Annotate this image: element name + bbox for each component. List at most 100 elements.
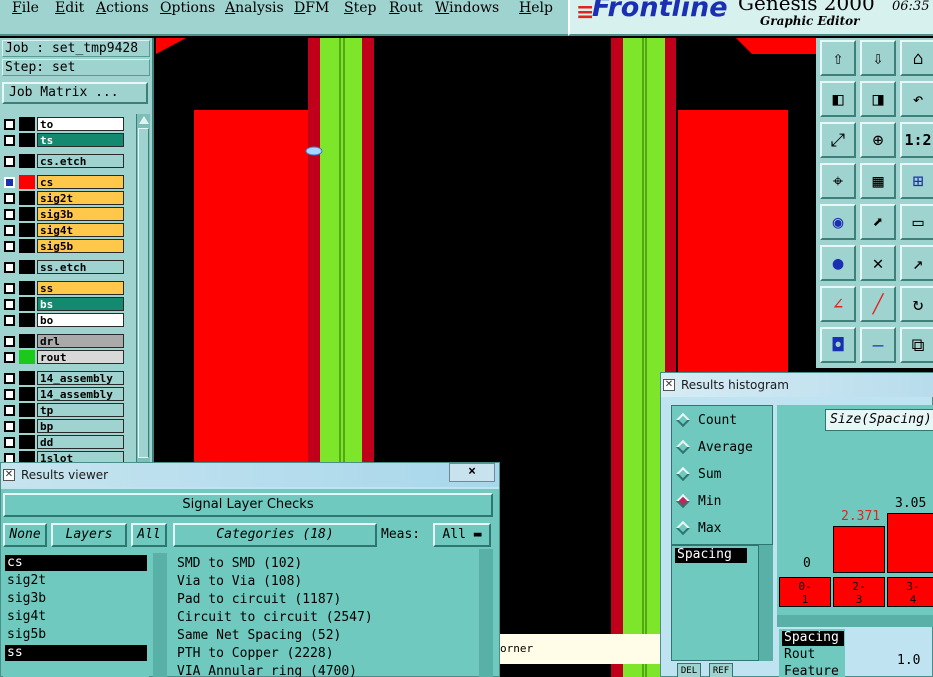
layer-checkbox[interactable]: [4, 208, 15, 220]
layer-checkbox[interactable]: [4, 176, 15, 188]
check-set-header[interactable]: Signal Layer Checks: [3, 493, 493, 517]
layer-list-scrollbar[interactable]: [153, 553, 167, 677]
layer-name[interactable]: sig4t: [37, 223, 124, 237]
layer-checkbox[interactable]: [4, 298, 15, 310]
all-button[interactable]: All: [131, 523, 167, 547]
ruler-icon[interactable]: ▭: [900, 204, 933, 240]
histogram-bar[interactable]: [887, 513, 933, 573]
scale-one-to-two-icon[interactable]: 1:2: [900, 122, 933, 158]
layer-row[interactable]: bp: [4, 419, 124, 433]
radio-average[interactable]: Average: [675, 437, 753, 457]
result-layer-item[interactable]: ss: [5, 645, 147, 661]
menu-dfm[interactable]: DFM: [294, 0, 329, 18]
layer-row[interactable]: drl: [4, 334, 124, 348]
layer-row[interactable]: to: [4, 117, 124, 131]
fit-screen-icon[interactable]: ⤢: [820, 122, 856, 158]
layer-row[interactable]: ss.etch: [4, 260, 124, 274]
layer-name[interactable]: ts: [37, 133, 124, 147]
rotate-icon[interactable]: ↻: [900, 286, 933, 322]
radio-diamond-icon[interactable]: [675, 439, 691, 455]
upload-icon[interactable]: ⇧: [820, 40, 856, 76]
layer-name[interactable]: drl: [37, 334, 124, 348]
category-scrollbar[interactable]: [479, 549, 493, 677]
layer-row[interactable]: sig3b: [4, 207, 124, 221]
snap-icon[interactable]: ⌖: [820, 163, 856, 199]
cross-icon[interactable]: ✕: [860, 245, 896, 281]
layer-color-swatch[interactable]: [19, 191, 35, 205]
layer-name[interactable]: sig2t: [37, 191, 124, 205]
center-icon[interactable]: ⊕: [860, 122, 896, 158]
category-item[interactable]: SMD to SMD (102): [177, 555, 477, 573]
layer-checkbox[interactable]: [4, 240, 15, 252]
layer-color-swatch[interactable]: [19, 154, 35, 168]
result-layer-item[interactable]: sig3b: [5, 591, 147, 607]
grid-icon[interactable]: ▦: [860, 163, 896, 199]
flip-icon[interactable]: —: [860, 327, 896, 363]
layer-name[interactable]: bp: [37, 419, 124, 433]
move-icon[interactable]: ↗: [900, 245, 933, 281]
histogram-bin-label[interactable]: 0- 1: [779, 577, 831, 607]
layer-row[interactable]: rout: [4, 350, 124, 364]
layer-checkbox[interactable]: [4, 118, 15, 130]
result-layer-item[interactable]: cs: [5, 555, 147, 571]
radio-count[interactable]: Count: [675, 410, 737, 430]
histogram-titlebar[interactable]: ✕ Results histogram: [661, 373, 933, 397]
layer-row[interactable]: cs: [4, 175, 124, 189]
pad-icon[interactable]: ◉: [820, 204, 856, 240]
layer-name[interactable]: 14_assembly: [37, 387, 124, 401]
results-viewer-titlebar[interactable]: ✕ Results viewer: [1, 463, 499, 487]
layer-row[interactable]: bo: [4, 313, 124, 327]
histogram-hscrollbar[interactable]: [777, 615, 933, 627]
layer-row[interactable]: 14_assembly: [4, 387, 124, 401]
category-item[interactable]: VIA Annular ring (4700): [177, 663, 477, 677]
layer-row[interactable]: sig4t: [4, 223, 124, 237]
undo-zoom-icon[interactable]: ↶: [900, 81, 933, 117]
radio-diamond-icon[interactable]: [675, 412, 691, 428]
category-item[interactable]: Circuit to circuit (2547): [177, 609, 477, 627]
menu-analysis[interactable]: Analysis: [225, 0, 284, 18]
layer-color-swatch[interactable]: [19, 207, 35, 221]
layer-color-swatch[interactable]: [19, 350, 35, 364]
histogram-bin-label[interactable]: 3- 4: [887, 577, 933, 607]
layer-checkbox[interactable]: [4, 372, 15, 384]
layer-color-swatch[interactable]: [19, 419, 35, 433]
menu-actions[interactable]: Actions: [96, 0, 149, 18]
del-button[interactable]: DEL: [677, 663, 701, 677]
layer-checkbox[interactable]: [4, 388, 15, 400]
layer-name[interactable]: sig3b: [37, 207, 124, 221]
result-layer-item[interactable]: sig2t: [5, 573, 147, 589]
add-pad-icon[interactable]: ◘: [820, 327, 856, 363]
layer-color-swatch[interactable]: [19, 223, 35, 237]
layer-row[interactable]: tp: [4, 403, 124, 417]
layer-color-swatch[interactable]: [19, 371, 35, 385]
download-icon[interactable]: ⇩: [860, 40, 896, 76]
layer-color-swatch[interactable]: [19, 239, 35, 253]
home-icon[interactable]: ⌂: [900, 40, 933, 76]
layer-name[interactable]: bs: [37, 297, 124, 311]
layer-checkbox[interactable]: [4, 404, 15, 416]
pan-right-icon[interactable]: ◨: [860, 81, 896, 117]
menu-rout[interactable]: Rout: [389, 0, 423, 18]
layer-color-swatch[interactable]: [19, 297, 35, 311]
layer-name[interactable]: bo: [37, 313, 124, 327]
feature-item[interactable]: Spacing: [782, 631, 844, 646]
size-axis-button[interactable]: Size(Spacing): [825, 409, 933, 431]
layer-color-swatch[interactable]: [19, 175, 35, 189]
layer-checkbox[interactable]: [4, 134, 15, 146]
menu-windows[interactable]: Windows: [435, 0, 499, 18]
diagonal-icon[interactable]: ╱: [860, 286, 896, 322]
compare-icon[interactable]: ⧉: [900, 327, 933, 363]
layer-checkbox[interactable]: [4, 192, 15, 204]
categories-button[interactable]: Categories (18): [173, 523, 377, 547]
radio-min[interactable]: Min: [675, 491, 721, 511]
measure-list-scrollbar[interactable]: [759, 545, 773, 661]
layer-name[interactable]: ss: [37, 281, 124, 295]
connect-icon[interactable]: ●: [820, 245, 856, 281]
layer-name[interactable]: to: [37, 117, 124, 131]
layer-checkbox[interactable]: [4, 155, 15, 167]
layer-color-swatch[interactable]: [19, 334, 35, 348]
menu-options[interactable]: Options: [160, 0, 215, 18]
layer-name[interactable]: ss.etch: [37, 260, 124, 274]
measure-item[interactable]: Spacing: [675, 548, 747, 563]
meas-select[interactable]: All ▬: [433, 523, 491, 547]
